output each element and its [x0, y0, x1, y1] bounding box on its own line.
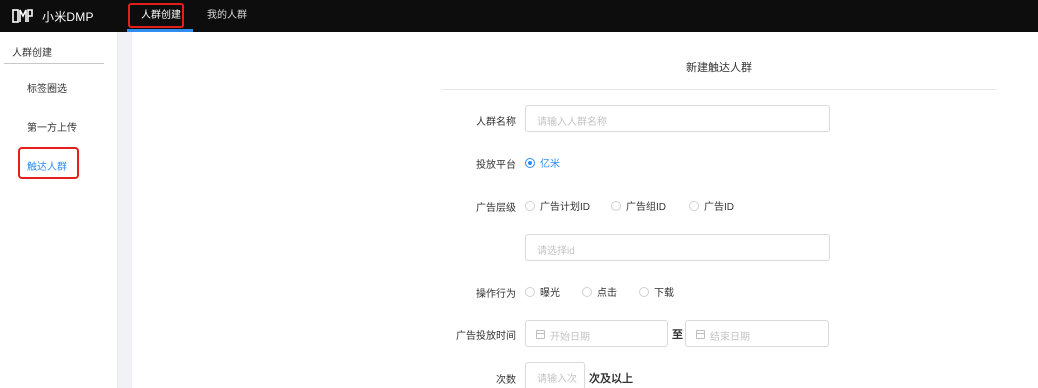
title-divider [441, 89, 997, 90]
radio-unselected-icon [525, 200, 535, 211]
crowd-name-placeholder: 请输入人群名称 [537, 117, 607, 128]
action-option-label: 点击 [597, 288, 617, 299]
crowd-name-input[interactable]: 请输入人群名称 [525, 105, 830, 132]
active-tab-indicator [127, 29, 193, 32]
ad-level-radio-plan-id[interactable]: 广告计划ID [525, 198, 590, 213]
ad-level-label: 广告层级 [476, 203, 516, 214]
ad-level-option-label: 广告ID [704, 202, 734, 213]
sidebar-item-tag-select[interactable]: 标签圈选 [27, 80, 67, 95]
ad-id-select[interactable]: 请选择id [525, 234, 830, 261]
sidebar-divider [4, 63, 104, 64]
ad-level-option-label: 广告组ID [626, 202, 666, 213]
count-label: 次数 [496, 375, 516, 386]
calendar-icon [536, 330, 545, 339]
action-label: 操作行为 [476, 289, 516, 300]
highlight-box-top-tab [128, 3, 184, 28]
date-range-separator: 至 [672, 329, 683, 341]
action-option-label: 下载 [654, 288, 674, 299]
radio-unselected-icon [639, 286, 649, 297]
start-date-input[interactable]: 开始日期 [525, 320, 668, 347]
action-radio-impression[interactable]: 曝光 [525, 284, 560, 299]
content-gutter [118, 32, 132, 388]
calendar-icon [696, 330, 705, 339]
ad-level-option-label: 广告计划ID [540, 202, 590, 213]
count-input[interactable]: 请输入次 [525, 362, 585, 388]
top-navigation-bar: 小米DMP 人群创建 我的人群 [0, 0, 1038, 32]
radio-selected-icon [525, 157, 535, 168]
sidebar-item-first-party-upload[interactable]: 第一方上传 [27, 119, 77, 134]
highlight-box-sidebar-item [18, 147, 79, 179]
sidebar: 人群创建 标签圈选 第一方上传 触达人群 [0, 32, 118, 388]
sidebar-title: 人群创建 [12, 48, 52, 59]
action-radio-download[interactable]: 下载 [639, 284, 674, 299]
tab-my-crowds[interactable]: 我的人群 [207, 0, 247, 32]
radio-unselected-icon [582, 286, 592, 297]
ad-level-radio-ad-id[interactable]: 广告ID [689, 198, 734, 213]
start-date-placeholder: 开始日期 [550, 332, 590, 343]
app-logo[interactable]: 小米DMP [12, 8, 94, 24]
radio-unselected-icon [611, 200, 621, 211]
end-date-input[interactable]: 结束日期 [685, 320, 829, 347]
radio-unselected-icon [525, 286, 535, 297]
page-title: 新建触达人群 [686, 62, 752, 74]
ad-date-label: 广告投放时间 [456, 331, 516, 342]
crowd-name-label: 人群名称 [476, 117, 516, 128]
platform-option-label: 亿米 [540, 159, 560, 170]
radio-unselected-icon [689, 200, 699, 211]
platform-radio-yimi[interactable]: 亿米 [525, 155, 560, 170]
count-suffix: 次及以上 [589, 373, 633, 385]
end-date-placeholder: 结束日期 [710, 332, 750, 343]
ad-level-radio-group-id[interactable]: 广告组ID [611, 198, 666, 213]
app-brand-name: 小米DMP [42, 9, 94, 24]
dmp-logo-icon [12, 9, 33, 23]
count-placeholder: 请输入次 [537, 374, 577, 385]
action-option-label: 曝光 [540, 288, 560, 299]
platform-label: 投放平台 [476, 160, 516, 171]
action-radio-click[interactable]: 点击 [582, 284, 617, 299]
ad-id-placeholder: 请选择id [537, 246, 575, 257]
